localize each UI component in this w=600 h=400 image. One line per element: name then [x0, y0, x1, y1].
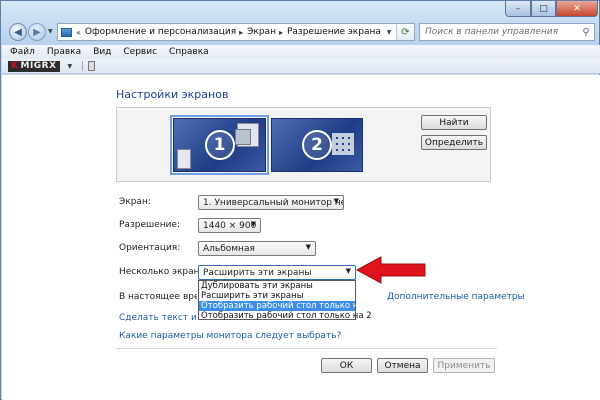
- orientation-select-value: Альбомная: [203, 243, 255, 254]
- menu-help[interactable]: Справка: [169, 47, 209, 57]
- text-size-link[interactable]: Сделать текст и другие: [119, 313, 197, 323]
- identify-button[interactable]: Определить: [421, 135, 487, 150]
- arrow-left-icon: ◀: [14, 26, 22, 38]
- toolbar-dropdown[interactable]: ▼: [68, 63, 73, 70]
- title-bar: – □ ✕ ◀ ▶ ▼ « Оформление и персонализаци…: [1, 1, 599, 45]
- content-pane: Настройки экранов 1 2 Найти Определить Э…: [2, 75, 600, 400]
- red-arrow-annotation-icon: [355, 256, 426, 284]
- menu-bar: Файл Правка Вид Сервис Справка: [2, 45, 600, 59]
- breadcrumb-display[interactable]: Экран: [247, 27, 276, 37]
- page-title: Настройки экранов: [116, 88, 229, 101]
- refresh-button[interactable]: ⟳: [396, 24, 414, 40]
- toolbar: K MIGRX ▼: [2, 59, 600, 74]
- breadcrumb-separator[interactable]: ▸: [239, 28, 243, 37]
- screen-select[interactable]: 1. Универсальный монитор не PnP ▼: [198, 195, 344, 210]
- option-show-only-2[interactable]: Отобразить рабочий стол только на 2: [199, 311, 372, 321]
- clipboard-icon[interactable]: [88, 61, 96, 71]
- orientation-label: Ориентация:: [119, 243, 181, 253]
- option-extend[interactable]: Расширить эти экраны: [199, 291, 355, 301]
- menu-edit[interactable]: Правка: [47, 47, 81, 57]
- calendar-gadget-icon: [332, 133, 354, 155]
- monitor-2-tile[interactable]: 2: [271, 118, 363, 172]
- search-placeholder: Поиск в панели управления: [425, 27, 558, 37]
- ok-button[interactable]: ОК: [321, 358, 372, 373]
- find-button[interactable]: Найти: [421, 115, 487, 130]
- breadcrumb-separator[interactable]: ▸: [279, 28, 283, 37]
- refresh-icon: ⟳: [401, 26, 410, 38]
- migrx-toolbar-button[interactable]: K MIGRX: [8, 60, 60, 72]
- forward-button[interactable]: ▶: [28, 23, 46, 41]
- chevron-down-icon: ▼: [333, 197, 339, 205]
- menu-tools[interactable]: Сервис: [123, 47, 157, 57]
- migrx-logo-text: MIGRX: [20, 61, 57, 71]
- resolution-select-value: 1440 × 900: [203, 220, 257, 231]
- menu-file[interactable]: Файл: [10, 47, 35, 57]
- search-input[interactable]: Поиск в панели управления ⚲: [419, 23, 595, 41]
- which-settings-help-link[interactable]: Какие параметры монитора следует выбрать…: [119, 331, 341, 341]
- chevron-down-icon: ▼: [305, 243, 311, 251]
- cancel-button[interactable]: Отмена: [377, 358, 428, 373]
- migrx-logo-icon: K: [11, 61, 19, 71]
- search-icon[interactable]: ⚲: [578, 27, 594, 38]
- control-panel-icon: [61, 27, 72, 37]
- display-settings-window: – □ ✕ ◀ ▶ ▼ « Оформление и персонализаци…: [0, 0, 600, 400]
- back-button[interactable]: ◀: [9, 23, 27, 41]
- breadcrumb-appearance[interactable]: Оформление и персонализация: [85, 27, 236, 37]
- close-button[interactable]: ✕: [556, 1, 598, 17]
- current-display-status-text: В настоящее время эт: [119, 292, 197, 302]
- apply-button[interactable]: Применить: [433, 358, 495, 373]
- window-thumbnail-icon: [177, 149, 191, 169]
- window-thumbnail-icon: [235, 129, 251, 145]
- breadcrumb-overflow[interactable]: «: [76, 28, 81, 37]
- option-show-only-1[interactable]: Отобразить рабочий стол только на 1: [199, 301, 372, 311]
- resolution-select[interactable]: 1440 × 900 ▼: [198, 218, 261, 233]
- toolbar-separator: [82, 61, 84, 71]
- multiple-displays-select[interactable]: Расширить эти экраны ▼: [198, 265, 356, 280]
- screen-label: Экран:: [119, 197, 151, 207]
- menu-view[interactable]: Вид: [93, 47, 111, 57]
- recent-pages-dropdown[interactable]: ▼: [48, 28, 53, 35]
- address-dropdown[interactable]: ▼: [383, 24, 395, 40]
- orientation-select[interactable]: Альбомная ▼: [198, 241, 316, 256]
- monitor-number-badge: 2: [302, 130, 332, 160]
- divider: [116, 348, 497, 349]
- chevron-down-icon: ▼: [345, 267, 351, 275]
- monitor-number-badge: 1: [204, 130, 235, 160]
- advanced-settings-link[interactable]: Дополнительные параметры: [387, 292, 525, 302]
- multiple-displays-select-value: Расширить эти экраны: [203, 267, 312, 278]
- option-duplicate[interactable]: Дублировать эти экраны: [199, 281, 355, 291]
- screen-select-value: 1. Универсальный монитор не PnP: [203, 197, 343, 208]
- multiple-displays-dropdown-list: Дублировать эти экраны Расширить эти экр…: [198, 280, 372, 321]
- arrow-right-icon: ▶: [33, 26, 41, 38]
- address-bar[interactable]: « Оформление и персонализация ▸ Экран ▸ …: [57, 23, 415, 41]
- chevron-down-icon: ▼: [250, 220, 256, 228]
- resolution-label: Разрешение:: [119, 220, 181, 230]
- breadcrumb-screen-resolution[interactable]: Разрешение экрана: [287, 27, 381, 37]
- maximize-button[interactable]: □: [531, 1, 556, 17]
- monitor-1-tile[interactable]: 1: [170, 115, 269, 175]
- monitor-arrangement-panel: 1 2 Найти Определить: [116, 107, 491, 182]
- minimize-button[interactable]: –: [505, 1, 531, 17]
